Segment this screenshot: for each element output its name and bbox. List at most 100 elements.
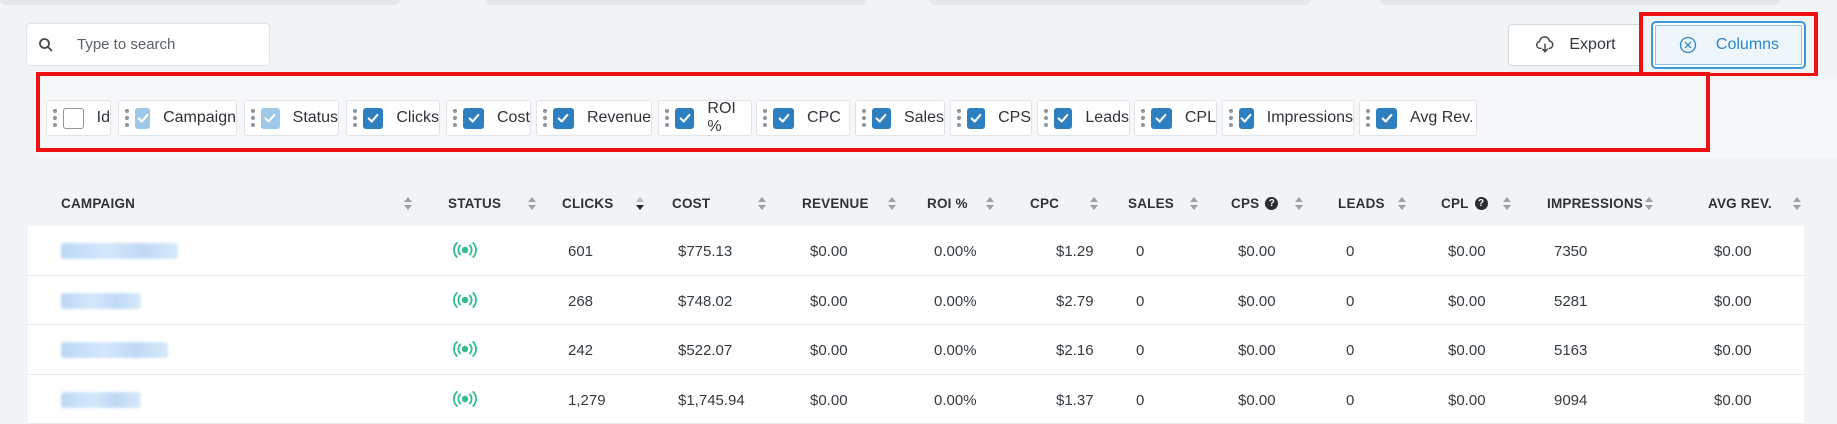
column-header-cpc[interactable]: CPC xyxy=(1030,196,1059,211)
drag-handle-icon[interactable] xyxy=(957,109,961,127)
column-header-campaign[interactable]: CAMPAIGN xyxy=(61,196,135,211)
sort-icon[interactable] xyxy=(636,196,645,212)
column-header-sales[interactable]: SALES xyxy=(1128,196,1174,211)
status-active-icon xyxy=(453,242,477,258)
checkbox-icon[interactable] xyxy=(872,107,891,129)
campaign-name-redacted[interactable] xyxy=(61,391,141,408)
cell-cps: $0.00 xyxy=(1238,292,1276,310)
campaign-name-redacted[interactable] xyxy=(61,243,178,259)
help-icon[interactable]: ? xyxy=(1474,197,1488,210)
column-chip-impressions[interactable]: Impressions xyxy=(1222,100,1354,136)
sort-icon[interactable] xyxy=(1090,196,1099,212)
cell-leads: 0 xyxy=(1346,243,1355,260)
campaign-name-redacted[interactable] xyxy=(61,342,168,358)
sort-icon[interactable] xyxy=(1645,196,1654,212)
campaign-name-redacted[interactable] xyxy=(61,292,141,309)
column-chip-sales[interactable]: Sales xyxy=(855,100,945,136)
drag-handle-icon[interactable] xyxy=(763,109,767,127)
column-chip-status[interactable]: Status xyxy=(244,100,339,136)
sort-icon[interactable] xyxy=(1295,196,1304,212)
search-input[interactable] xyxy=(77,36,247,53)
checkbox-icon[interactable] xyxy=(63,107,84,129)
drag-handle-icon[interactable] xyxy=(1044,109,1048,127)
checkbox-icon[interactable] xyxy=(1151,107,1172,129)
column-chip-leads[interactable]: Leads xyxy=(1037,100,1130,136)
column-chip-label: CPL xyxy=(1184,109,1216,126)
drag-handle-icon[interactable] xyxy=(453,109,457,127)
table-row[interactable]: 242 $522.07 $0.00 0.00% $2.16 0 $0.00 0 $0.00 516… xyxy=(28,325,1804,375)
column-header-impressions[interactable]: IMPRESSIONS xyxy=(1547,196,1643,211)
search-box[interactable] xyxy=(26,23,270,66)
drag-handle-icon[interactable] xyxy=(1366,109,1370,127)
sort-icon[interactable] xyxy=(1793,196,1802,212)
column-header-label: REVENUE xyxy=(802,196,869,211)
cell-leads: 0 xyxy=(1346,292,1355,310)
checkbox-icon[interactable] xyxy=(967,107,986,129)
cloud-download-icon xyxy=(1536,36,1554,53)
cell-sales: 0 xyxy=(1136,243,1145,260)
cell-clicks: 242 xyxy=(568,342,594,359)
column-chip-cost[interactable]: Cost xyxy=(446,100,531,136)
drag-handle-icon[interactable] xyxy=(125,109,129,127)
sort-icon[interactable] xyxy=(1503,196,1512,212)
drag-handle-icon[interactable] xyxy=(353,109,357,127)
drag-handle-icon[interactable] xyxy=(1229,109,1233,127)
drag-handle-icon[interactable] xyxy=(543,109,547,127)
checkbox-icon[interactable] xyxy=(1376,107,1397,129)
column-chip-cps[interactable]: CPS xyxy=(950,100,1032,136)
column-chip-clicks[interactable]: Clicks xyxy=(346,100,440,136)
column-chip-avg-rev[interactable]: Avg Rev. xyxy=(1359,100,1477,136)
drag-handle-icon[interactable] xyxy=(53,109,57,127)
column-header-roi[interactable]: ROI % xyxy=(927,196,968,211)
table-row[interactable]: 601 $775.13 $0.00 0.00% $1.29 0 $0.00 0 $0.00 735… xyxy=(28,226,1804,276)
drag-handle-icon[interactable] xyxy=(1141,109,1145,127)
checkbox-icon[interactable] xyxy=(1239,107,1254,129)
column-chip-revenue[interactable]: Revenue xyxy=(536,100,652,136)
column-chip-campaign[interactable]: Campaign xyxy=(118,100,237,136)
drag-handle-icon[interactable] xyxy=(665,109,669,127)
column-chip-roi[interactable]: ROI % xyxy=(658,100,752,136)
cell-clicks: 601 xyxy=(568,243,594,260)
columns-button[interactable]: Columns xyxy=(1651,21,1806,69)
cell-revenue: $0.00 xyxy=(810,391,848,409)
column-chip-cpc[interactable]: CPC xyxy=(756,100,850,136)
export-button[interactable]: Export xyxy=(1508,24,1643,66)
sort-icon[interactable] xyxy=(1398,196,1407,212)
column-chip-label: Id xyxy=(96,109,110,126)
sort-icon[interactable] xyxy=(758,196,767,212)
column-header-avg-rev[interactable]: AVG REV. xyxy=(1708,196,1772,211)
checkbox-icon[interactable] xyxy=(261,107,280,129)
column-header-clicks[interactable]: CLICKS xyxy=(562,196,613,211)
sort-icon[interactable] xyxy=(986,196,995,212)
cell-cpc: $2.16 xyxy=(1056,342,1094,359)
column-chip-cpl[interactable]: CPL xyxy=(1134,100,1217,136)
sort-icon[interactable] xyxy=(404,196,413,212)
checkbox-icon[interactable] xyxy=(363,107,384,129)
checkbox-icon[interactable] xyxy=(1054,107,1073,129)
cell-cost: $775.13 xyxy=(678,243,733,260)
sort-icon[interactable] xyxy=(1190,196,1199,212)
checkbox-icon[interactable] xyxy=(553,107,574,129)
sort-icon[interactable] xyxy=(888,196,897,212)
checkbox-icon[interactable] xyxy=(463,107,484,129)
column-header-cost[interactable]: COST xyxy=(672,196,710,211)
checkbox-icon[interactable] xyxy=(773,107,794,129)
column-header-status[interactable]: STATUS xyxy=(448,196,501,211)
column-header-cps[interactable]: CPS? xyxy=(1231,196,1279,211)
table-row[interactable]: 268 $748.02 $0.00 0.00% $2.79 0 $0.00 0 $0.00 528… xyxy=(28,275,1804,325)
column-header-cpl[interactable]: CPL? xyxy=(1441,196,1488,211)
drag-handle-icon[interactable] xyxy=(251,109,255,127)
column-header-label: CPL xyxy=(1441,196,1469,211)
column-header-revenue[interactable]: REVENUE xyxy=(802,196,869,211)
checkbox-icon[interactable] xyxy=(135,107,151,129)
cell-roi: 0.00% xyxy=(934,342,977,359)
drag-handle-icon[interactable] xyxy=(862,109,866,127)
column-header-leads[interactable]: LEADS xyxy=(1338,196,1385,211)
status-active-icon xyxy=(453,341,477,357)
search-icon xyxy=(39,37,53,52)
checkbox-icon[interactable] xyxy=(675,107,695,129)
sort-icon[interactable] xyxy=(528,196,537,212)
column-chip-id[interactable]: Id xyxy=(46,100,111,136)
table-row[interactable]: 1,279 $1,745.94 $0.00 0.00% $1.37 0 $0.00 0 $0.0… xyxy=(28,374,1804,424)
help-icon[interactable]: ? xyxy=(1265,197,1279,210)
